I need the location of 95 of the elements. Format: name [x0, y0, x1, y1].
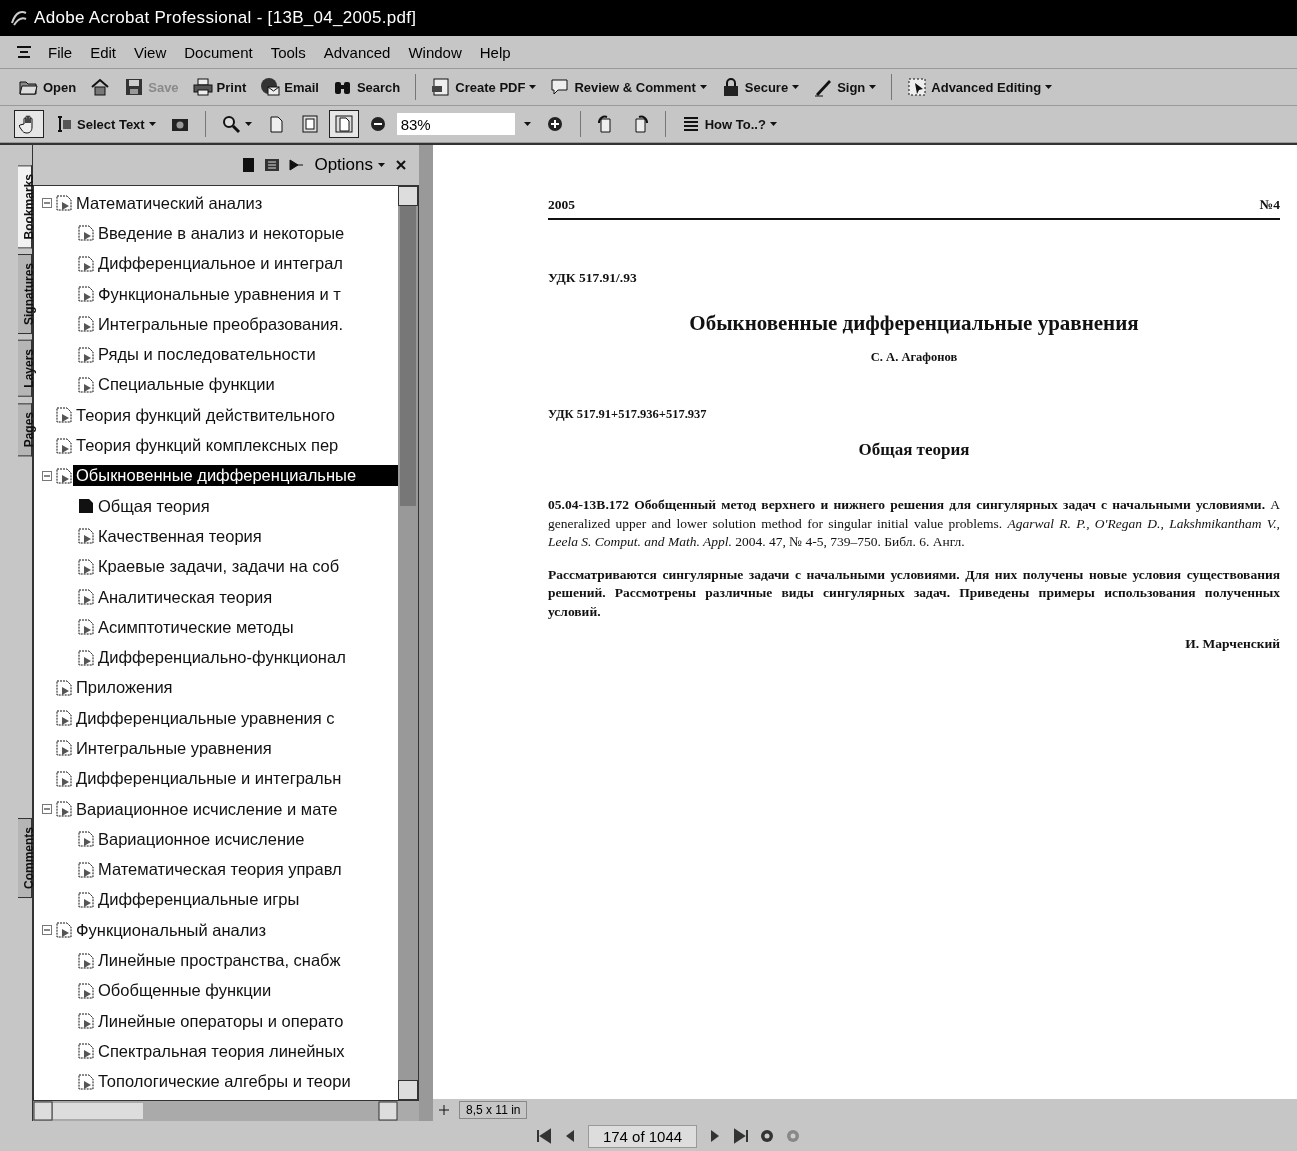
reviewer-name: И. Марченский: [1184, 636, 1280, 652]
caret-icon: [378, 163, 385, 167]
issue-number: №4: [1259, 197, 1280, 213]
menu-item[interactable]: Advanced: [321, 41, 393, 63]
collapse-icon[interactable]: [42, 470, 52, 481]
bookmark-item[interactable]: Дифференциальное и интеграл: [95, 253, 346, 275]
pen-icon: [813, 77, 834, 97]
bookmark-item[interactable]: Математический анализ: [73, 192, 266, 214]
menu-item[interactable]: Tools: [268, 41, 308, 63]
bookmark-item[interactable]: Интегральные преобразования.: [95, 313, 347, 335]
bookmark-item[interactable]: Математическая теория управл: [95, 859, 345, 881]
expand-icon[interactable]: [288, 157, 305, 173]
first-page-icon[interactable]: [535, 1128, 552, 1144]
zoom-field[interactable]: 83%: [396, 113, 515, 135]
bookmark-item[interactable]: Аналитическая теория: [95, 586, 276, 608]
bookmark-item[interactable]: Дифференциальные игры: [95, 889, 303, 911]
bookmark-item[interactable]: Теория функций комплексных пер: [73, 435, 342, 456]
bookmark-item[interactable]: Линейные операторы и операто: [95, 1010, 347, 1032]
bookmark-item[interactable]: Обобщенные функции: [95, 980, 275, 1002]
move-icon[interactable]: [437, 1103, 451, 1117]
bookmark-item[interactable]: Вариационное исчисление и мате: [73, 798, 341, 820]
udc-code: УДК 517.91+517.936+517.937: [548, 407, 708, 422]
magnifier-icon: [220, 114, 241, 134]
bookmark-item[interactable]: Теория функций действительного: [73, 404, 338, 426]
collapse-icon[interactable]: [42, 804, 52, 815]
subsection-title: Общая теория: [857, 440, 971, 460]
envelope-globe-icon: [260, 77, 281, 97]
page-number-field[interactable]: 174 of 1044: [587, 1124, 698, 1148]
speech-bubble-icon: [550, 77, 571, 97]
toolbar-button[interactable]: Email: [255, 73, 324, 101]
toolbar-button[interactable]: Open: [14, 73, 82, 101]
window-title: Adobe Acrobat Professional - [13B_04_2005.pdf]: [34, 8, 417, 28]
bookmark-item[interactable]: Вариационное исчисление: [95, 828, 308, 850]
abstract-text: 05.04-13В.172 Обобщенный метод верхнего и нижнего решения для сингулярных задач с начальными условиями. A generalized upper and lower solution method for singular initial value problems. Agarwal R. P., O'Regan D., Lakshmikantham V., Leela S. Comput. and Math. Appl. 2004. 47, № 4-5, 739–750. Библ. 6. Англ.: [548, 496, 1280, 551]
bookmark-item[interactable]: Топологические алгебры и теори: [95, 1071, 354, 1093]
collapse-icon[interactable]: [42, 198, 52, 209]
options-button[interactable]: Options: [312, 153, 387, 177]
toolbar-button[interactable]: Advanced Editing: [902, 73, 1058, 101]
menu-item[interactable]: Edit: [88, 41, 119, 63]
bookmark-item[interactable]: Специальные функции: [95, 374, 278, 396]
bookmark-item[interactable]: Ряды и последовательности: [95, 344, 319, 366]
toolbar-button[interactable]: Select Text: [48, 110, 161, 138]
bookmark-item[interactable]: Функциональные уравнения и т: [95, 283, 344, 305]
new-bookmark-icon[interactable]: [264, 157, 281, 173]
side-tab[interactable]: Bookmarks: [18, 165, 32, 249]
toolbar-button[interactable]: Create PDF: [426, 73, 542, 101]
collapse-icon[interactable]: [42, 925, 52, 936]
hand-button[interactable]: [14, 110, 44, 138]
author-name: С. А. Агафонов: [869, 350, 959, 365]
printer-icon: [192, 77, 213, 97]
house-icon: [90, 77, 111, 97]
bookmark-item[interactable]: Дифференциально-функционал: [95, 647, 349, 669]
toolbar-button[interactable]: Secure: [715, 73, 805, 101]
bookmark-item[interactable]: Краевые задачи, задачи на соб: [95, 556, 343, 578]
bookmark-item[interactable]: Интегральные уравнения: [73, 738, 275, 759]
bookmark-item[interactable]: Функциональный анализ: [73, 919, 270, 941]
app-icon: [10, 9, 28, 27]
bookmark-item[interactable]: Введение в анализ и некоторые: [95, 222, 348, 244]
bookmark-item[interactable]: Дифференциальные уравнения с: [73, 707, 338, 729]
close-icon[interactable]: [395, 159, 407, 171]
caret-icon: [523, 122, 531, 126]
back-view-icon[interactable]: [759, 1128, 776, 1144]
bookmark-item[interactable]: Общая теория: [95, 495, 213, 517]
last-page-icon[interactable]: [733, 1128, 750, 1144]
section-title: Обыкновенные дифференциальные уравнения: [688, 311, 1140, 336]
horizontal-scrollbar[interactable]: [33, 1101, 419, 1121]
page-size-label: 8,5 x 11 in: [459, 1101, 528, 1119]
document-icon: [431, 77, 452, 97]
fit-width-button[interactable]: [328, 110, 359, 138]
edit-cursor-icon: [907, 77, 928, 97]
udc-code: УДК 517.91/.93: [548, 270, 638, 286]
toolbar-button[interactable]: Print: [187, 73, 252, 101]
running-header: 2005: [548, 197, 575, 213]
bookmark-item[interactable]: Асимптотические методы: [95, 616, 297, 638]
side-tab[interactable]: Comments: [18, 818, 32, 899]
menu-item[interactable]: File: [46, 41, 75, 63]
bookmark-item[interactable]: Обыкновенные дифференциальные: [73, 465, 398, 487]
toolbar-button[interactable]: Sign: [808, 73, 882, 101]
fit-page-icon: [299, 114, 320, 134]
toolbar-button[interactable]: Review & Comment: [545, 73, 712, 101]
menu-item[interactable]: View: [132, 41, 169, 63]
bookmark-item[interactable]: Спектральная теория линейных: [95, 1040, 348, 1062]
vertical-scrollbar[interactable]: [398, 186, 418, 1100]
summary-text: Рассматриваются сингулярные задачи с начальными условиями. Для них получены новые условия существования решений. Рассмотрены различные виды сингулярных задач. Приведены примеры использования полученных условий.: [548, 565, 1280, 621]
fit-width-icon: [333, 114, 354, 134]
toolbar-button[interactable]: Search: [327, 73, 406, 101]
bookmark-item[interactable]: Линейные пространства, снабж: [95, 950, 344, 972]
bookmark-item[interactable]: Приложения: [73, 677, 176, 699]
menu-item[interactable]: Document: [182, 41, 255, 63]
bookmark-item[interactable]: Качественная теория: [95, 525, 265, 547]
menu-item[interactable]: Help: [477, 41, 513, 63]
bookmark-item[interactable]: Дифференциальные и интегральн: [73, 768, 345, 790]
app-menu-icon[interactable]: [16, 44, 32, 60]
toolbar-button[interactable]: How To..?: [675, 110, 782, 138]
menu-item[interactable]: Window: [406, 41, 464, 63]
